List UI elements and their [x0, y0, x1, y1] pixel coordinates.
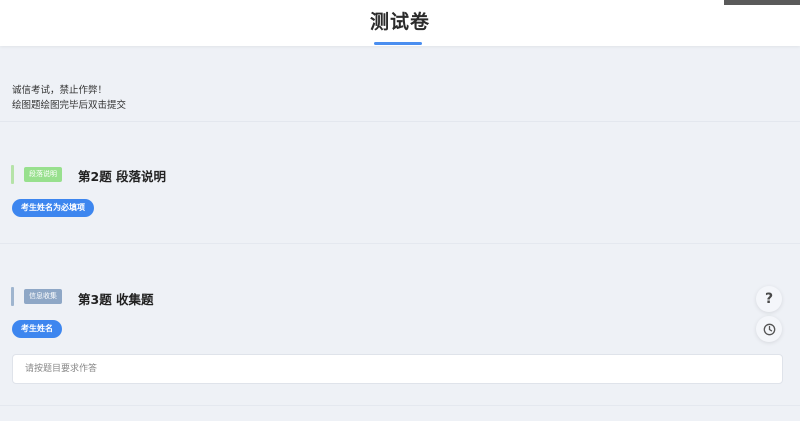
exam-notice: 诚信考试，禁止作弊！ 绘图题绘图完毕后双击提交 [0, 60, 800, 122]
question-2: 段落说明 第2题 段落说明 考生姓名为必填项 [0, 140, 800, 244]
answer-input[interactable]: 请按题目要求作答 [12, 354, 783, 384]
notice-line-1: 诚信考试，禁止作弊！ [12, 85, 108, 96]
help-button[interactable]: ? [756, 286, 782, 312]
question-accent-bar [11, 165, 14, 184]
question-type-tag: 段落说明 [24, 167, 62, 182]
field-label-pill: 考生姓名为必填项 [12, 199, 94, 217]
notice-line-2: 绘图题绘图完毕后双击提交 [12, 100, 127, 111]
title-underline [374, 42, 422, 45]
page-header: 测试卷 [0, 0, 800, 46]
question-accent-bar [11, 287, 14, 306]
question-title: 第2题 段落说明 [78, 169, 167, 184]
question-type-tag: 信息收集 [24, 289, 62, 304]
question-icon: ? [764, 291, 774, 307]
question-title: 第3题 收集题 [78, 292, 154, 307]
clock-icon [763, 323, 775, 335]
question-3: 信息收集 第3题 收集题 考生姓名 请按题目要求作答 [0, 268, 800, 406]
page-title: 测试卷 [369, 11, 430, 33]
field-label-pill: 考生姓名 [12, 320, 62, 338]
corner-bar [724, 0, 800, 5]
exam-page: 测试卷 诚信考试，禁止作弊！ 绘图题绘图完毕后双击提交 段落说明 第2题 段落说… [0, 0, 800, 421]
timer-button[interactable] [756, 316, 782, 342]
